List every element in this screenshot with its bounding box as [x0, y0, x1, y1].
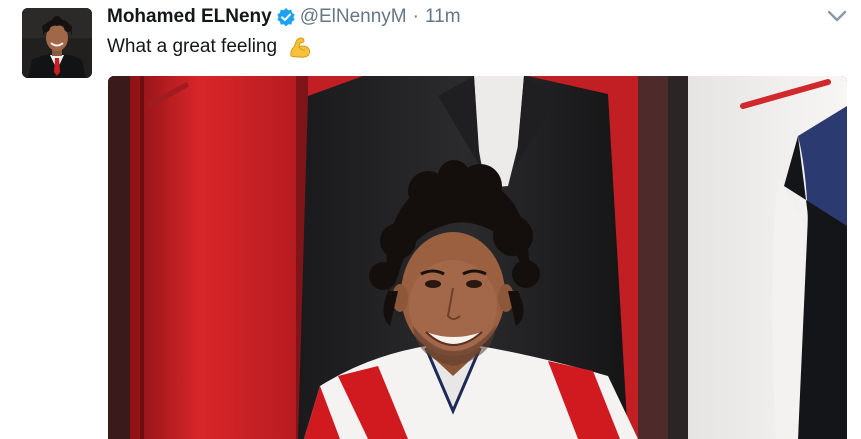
- chevron-down-icon[interactable]: [826, 8, 848, 24]
- author-name[interactable]: Mohamed ELNeny: [107, 6, 272, 28]
- author-avatar[interactable]: [22, 8, 92, 78]
- tweet-header: Mohamed ELNeny @ElNennyM · 11m: [107, 5, 461, 29]
- photo-image: [108, 76, 847, 439]
- verified-badge-icon: [276, 7, 296, 27]
- author-handle[interactable]: @ElNennyM: [300, 6, 407, 28]
- separator-dot: ·: [412, 6, 419, 27]
- tweet: Mohamed ELNeny @ElNennyM · 11m What a gr…: [0, 0, 861, 439]
- tweet-text: What a great feeling: [107, 36, 278, 57]
- tweet-text-line: What a great feeling: [107, 34, 313, 60]
- flexed-biceps-icon: [287, 34, 313, 60]
- tweet-timestamp[interactable]: 11m: [425, 6, 461, 28]
- tweet-photo[interactable]: [108, 76, 847, 439]
- avatar-image: [22, 8, 92, 78]
